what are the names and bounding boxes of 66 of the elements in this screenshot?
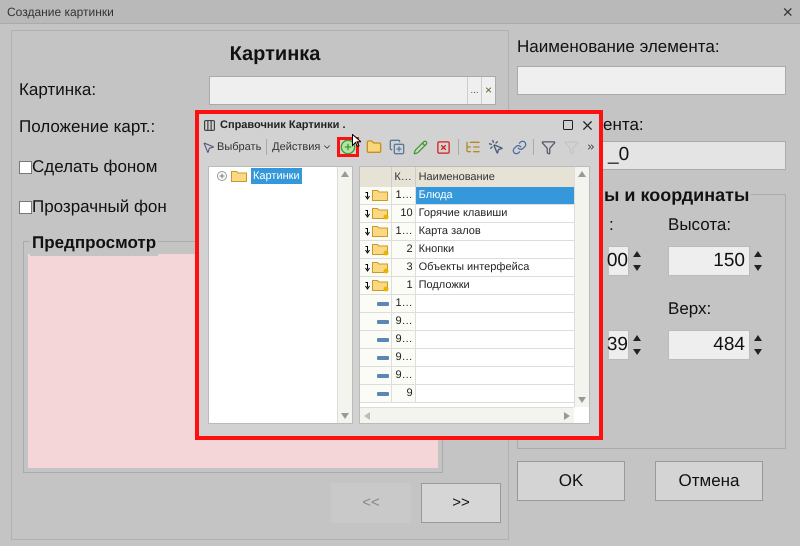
dialog-button[interactable]: Отмена <box>655 461 763 501</box>
mouse-cursor-icon <box>352 134 362 147</box>
close-button[interactable]: × <box>782 2 793 20</box>
scroll-down-icon[interactable] <box>340 413 349 419</box>
scroll-down-icon[interactable] <box>578 397 586 403</box>
number-field[interactable]: 39 <box>609 330 629 360</box>
number-field[interactable]: 150 <box>668 246 750 276</box>
table-cell: 9… <box>392 349 416 366</box>
field-label: Наименование элемента: <box>517 36 720 58</box>
window-title: Создание картинки <box>7 4 114 20</box>
table-cell: 1… <box>392 187 416 204</box>
grid-icon <box>203 118 216 132</box>
field-label: Картинка: <box>19 79 98 102</box>
pointer-icon <box>202 140 215 154</box>
table-cell: 9… <box>392 367 416 384</box>
horizontal-scrollbar[interactable] <box>360 407 574 423</box>
element-icon <box>376 320 389 324</box>
number-field[interactable]: 484 <box>668 330 750 360</box>
actions-menu[interactable]: Действия <box>272 138 332 156</box>
element-icon <box>376 374 389 378</box>
expand-arrow-icon[interactable] <box>364 246 370 254</box>
dialog-button[interactable]: OK <box>517 461 625 501</box>
table-cell: 2 <box>392 241 416 258</box>
expand-icon[interactable] <box>217 171 227 181</box>
clear-button[interactable]: × <box>481 76 495 104</box>
element-icon <box>376 302 389 306</box>
choose-button[interactable]: ... <box>467 76 481 104</box>
field-label: : <box>609 214 614 236</box>
scroll-up-icon[interactable] <box>340 171 349 177</box>
scroll-right-icon[interactable] <box>564 412 570 420</box>
expand-arrow-icon[interactable] <box>364 282 370 290</box>
maximize-icon[interactable] <box>562 119 574 131</box>
field-label: Высота: <box>668 214 732 236</box>
column-header[interactable]: Наименование <box>416 167 574 187</box>
section-heading: Картинка <box>228 42 322 67</box>
nav-button[interactable]: >> <box>421 483 501 523</box>
table-cell: 9… <box>392 331 416 348</box>
field-label: Верх: <box>668 298 712 320</box>
select-button[interactable]: Выбрать <box>202 138 262 156</box>
field-label: Положение карт.: <box>19 116 156 138</box>
scrollbar[interactable] <box>336 167 352 423</box>
field-label: ента: <box>603 114 644 136</box>
table-cell: 9… <box>392 313 416 330</box>
element-icon <box>376 392 389 396</box>
table-cell: 10 <box>392 205 416 222</box>
window-title: Справочник Картинки . <box>220 118 346 133</box>
name-field[interactable] <box>517 66 786 95</box>
scrollbar[interactable] <box>574 167 589 407</box>
checkbox[interactable] <box>19 200 32 214</box>
table-cell: 1 <box>392 277 416 294</box>
element-icon <box>376 338 389 342</box>
expand-arrow-icon[interactable] <box>364 192 370 200</box>
number-field[interactable]: 00 <box>609 246 629 276</box>
folder-icon <box>231 170 247 182</box>
table-cell: 9 <box>392 385 416 402</box>
table-cell: 1… <box>392 295 416 312</box>
expand-arrow-icon[interactable] <box>364 228 370 236</box>
checkbox-label: Прозрачный фон <box>32 196 167 218</box>
checkbox[interactable] <box>19 160 32 174</box>
expand-arrow-icon[interactable] <box>364 210 370 218</box>
checkbox-label: Сделать фоном <box>32 156 158 178</box>
expand-arrow-icon[interactable] <box>364 264 370 272</box>
table-cell: 3 <box>392 259 416 276</box>
element-icon <box>376 356 389 360</box>
table-cell: 1… <box>392 223 416 240</box>
picture-field[interactable]: ... × <box>209 76 496 104</box>
